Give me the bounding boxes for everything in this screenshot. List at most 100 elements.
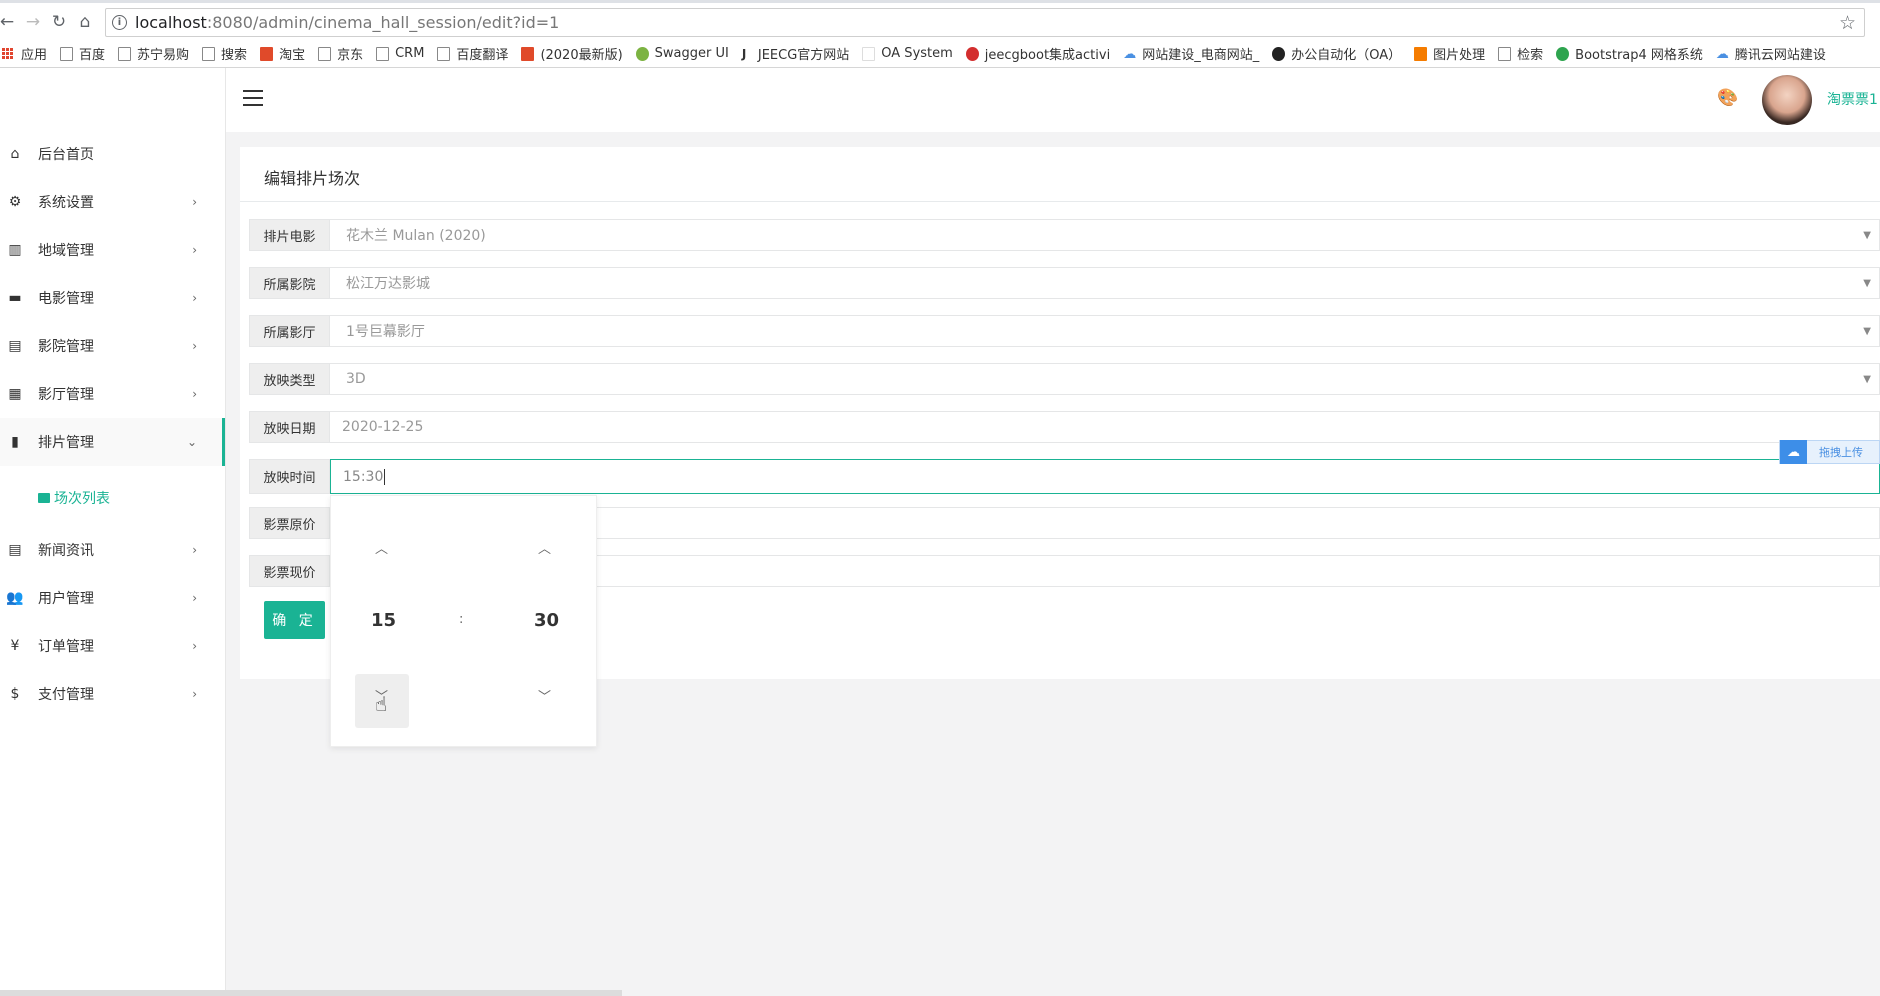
book-icon: ▮ bbox=[11, 434, 19, 450]
sidebar-item-news[interactable]: ▤ 新闻资讯 › bbox=[0, 526, 225, 574]
confirm-button[interactable]: 确 定 bbox=[264, 601, 325, 639]
hour-value[interactable]: 15 bbox=[371, 610, 396, 631]
bookmark-item[interactable]: 图片处理 bbox=[1414, 44, 1485, 63]
bookmark-item[interactable]: 百度 bbox=[60, 44, 105, 63]
palette-icon[interactable]: 🎨 bbox=[1717, 88, 1738, 108]
sidebar-item-payment[interactable]: $ 支付管理 › bbox=[0, 670, 225, 718]
store-icon: ▤ bbox=[8, 338, 22, 354]
horizontal-scrollbar[interactable] bbox=[0, 990, 622, 996]
home-icon: ⌂ bbox=[10, 146, 20, 162]
swagger-icon bbox=[635, 46, 649, 61]
chevron-right-icon: › bbox=[192, 543, 197, 557]
apps-grid-icon[interactable] bbox=[2, 48, 13, 59]
chevron-right-icon: › bbox=[192, 639, 197, 653]
time-input[interactable]: 15:30 bbox=[330, 459, 1880, 494]
info-icon[interactable]: i bbox=[112, 15, 127, 30]
forward-icon[interactable]: → bbox=[20, 9, 46, 35]
address-bar[interactable]: i localhost:8080/admin/cinema_hall_sessi… bbox=[105, 8, 1865, 37]
bookmark-item[interactable]: 淘宝 bbox=[260, 44, 305, 63]
bookmark-item[interactable]: 京东 bbox=[318, 44, 363, 63]
hall-select[interactable]: 1号巨幕影厅 ▼ bbox=[330, 315, 1880, 347]
sidebar-item-region[interactable]: ▥ 地域管理 › bbox=[0, 226, 225, 274]
users-icon: 👥 bbox=[6, 590, 24, 606]
bookmark-item[interactable]: J JEECG官方网站 bbox=[741, 44, 849, 63]
film-icon: ▬ bbox=[8, 290, 22, 306]
bookmark-item[interactable]: jeecgboot集成activi bbox=[965, 44, 1110, 63]
page-icon bbox=[437, 46, 451, 61]
sidebar-item-movie[interactable]: ▬ 电影管理 › bbox=[0, 274, 225, 322]
bookmark-item[interactable]: CRM bbox=[376, 46, 424, 61]
bookmark-item[interactable]: 苏宁易购 bbox=[118, 44, 189, 63]
search-tool-icon bbox=[1498, 46, 1512, 61]
bookmark-item[interactable]: (2020最新版) bbox=[521, 44, 623, 63]
chevron-right-icon: › bbox=[192, 387, 197, 401]
bookmark-item[interactable]: 检索 bbox=[1498, 44, 1543, 63]
sidebar-item-schedule[interactable]: ▮ 排片管理 ⌄ bbox=[0, 418, 225, 466]
top-header: 🎨 淘票票1 bbox=[226, 68, 1880, 132]
page-icon bbox=[202, 46, 216, 61]
dropdown-caret-icon: ▼ bbox=[1863, 373, 1871, 385]
url-host: localhost bbox=[135, 13, 207, 32]
g-icon bbox=[965, 46, 979, 61]
chevron-right-icon: › bbox=[192, 291, 197, 305]
hour-increment-icon[interactable]: ︿ bbox=[375, 538, 388, 557]
bookmark-star-icon[interactable]: ☆ bbox=[1839, 12, 1856, 34]
taobao-icon bbox=[260, 46, 274, 61]
field-date: 放映日期 2020-12-25 bbox=[249, 411, 1880, 443]
field-label: 放映类型 bbox=[249, 363, 330, 395]
minute-decrement-icon[interactable]: ﹀ bbox=[538, 686, 551, 705]
url-path: :8080/admin/cinema_hall_session/edit?id=… bbox=[206, 13, 560, 32]
field-label: 影票现价 bbox=[249, 555, 330, 587]
cinema-select[interactable]: 松江万达影城 ▼ bbox=[330, 267, 1880, 299]
chevron-right-icon: › bbox=[192, 591, 197, 605]
sidebar-item-home[interactable]: ⌂ 后台首页 bbox=[0, 130, 225, 178]
field-label: 所属影院 bbox=[249, 267, 330, 299]
field-hall: 所属影厅 1号巨幕影厅 ▼ bbox=[249, 315, 1880, 347]
menu-toggle-icon[interactable] bbox=[243, 90, 263, 106]
field-label: 影票原价 bbox=[249, 507, 330, 539]
username-link[interactable]: 淘票票1 bbox=[1827, 89, 1878, 109]
home-button-icon[interactable]: ⌂ bbox=[72, 9, 98, 35]
field-label: 放映时间 bbox=[249, 459, 330, 494]
bookmarks-bar: 应用 百度 苏宁易购 搜索 淘宝 京东 CRM 百度翻译 (2020最新版) S… bbox=[0, 40, 1880, 67]
cloud-upload-icon: ☁ bbox=[1780, 440, 1807, 464]
reload-icon[interactable]: ↻ bbox=[46, 9, 72, 35]
bookmark-item[interactable]: Bootstrap4 网格系统 bbox=[1556, 44, 1703, 63]
chevron-right-icon: › bbox=[192, 195, 197, 209]
time-separator: : bbox=[459, 612, 464, 627]
sidebar-item-orders[interactable]: ¥ 订单管理 › bbox=[0, 622, 225, 670]
browser-navbar: ← → ↻ ⌂ i localhost:8080/admin/cinema_ha… bbox=[0, 3, 1880, 40]
bookmark-item[interactable]: 办公自动化（OA） bbox=[1272, 44, 1401, 63]
bookmark-item[interactable]: OA System bbox=[862, 46, 953, 61]
avatar[interactable] bbox=[1762, 75, 1812, 125]
chevron-right-icon: › bbox=[192, 339, 197, 353]
field-movie: 排片电影 花木兰 Mulan (2020) ▼ bbox=[249, 219, 1880, 251]
page-icon bbox=[118, 46, 132, 61]
sidebar-item-users[interactable]: 👥 用户管理 › bbox=[0, 574, 225, 622]
field-cinema: 所属影院 松江万达影城 ▼ bbox=[249, 267, 1880, 299]
jeecg-icon: J bbox=[741, 46, 752, 61]
map-icon: ▥ bbox=[8, 242, 22, 258]
back-icon[interactable]: ← bbox=[0, 9, 20, 35]
sidebar-item-hall[interactable]: ▦ 影厅管理 › bbox=[0, 370, 225, 418]
time-picker-popup: ︿ ︿ 15 : 30 ﹀ ﹀ ☝ bbox=[330, 495, 597, 747]
minute-value[interactable]: 30 bbox=[534, 610, 559, 631]
bookmark-item[interactable]: 搜索 bbox=[202, 44, 247, 63]
field-time: 放映时间 15:30 bbox=[249, 459, 1880, 494]
bookmark-item[interactable]: ☁ 腾讯云网站建设 bbox=[1715, 44, 1826, 63]
date-input[interactable]: 2020-12-25 bbox=[330, 411, 1880, 443]
drag-upload-widget[interactable]: ☁ 拖拽上传 bbox=[1779, 440, 1880, 464]
bookmark-item[interactable]: Swagger UI bbox=[635, 46, 729, 61]
sidebar-subitem-session-list[interactable]: 场次列表 bbox=[38, 488, 110, 508]
sidebar-item-cinema[interactable]: ▤ 影院管理 › bbox=[0, 322, 225, 370]
browser-chrome: ← → ↻ ⌂ i localhost:8080/admin/cinema_ha… bbox=[0, 0, 1880, 68]
minute-increment-icon[interactable]: ︿ bbox=[538, 538, 551, 557]
bookmark-item[interactable]: ☁ 网站建设_电商网站_ bbox=[1123, 44, 1259, 63]
movie-select[interactable]: 花木兰 Mulan (2020) ▼ bbox=[330, 219, 1880, 251]
bookmark-item[interactable]: 应用 bbox=[21, 44, 47, 63]
bookmark-item[interactable]: 百度翻译 bbox=[437, 44, 508, 63]
page-title: 编辑排片场次 bbox=[264, 169, 361, 188]
sidebar-item-system[interactable]: ⚙ 系统设置 › bbox=[0, 178, 225, 226]
type-select[interactable]: 3D ▼ bbox=[330, 363, 1880, 395]
divider bbox=[240, 201, 1880, 202]
